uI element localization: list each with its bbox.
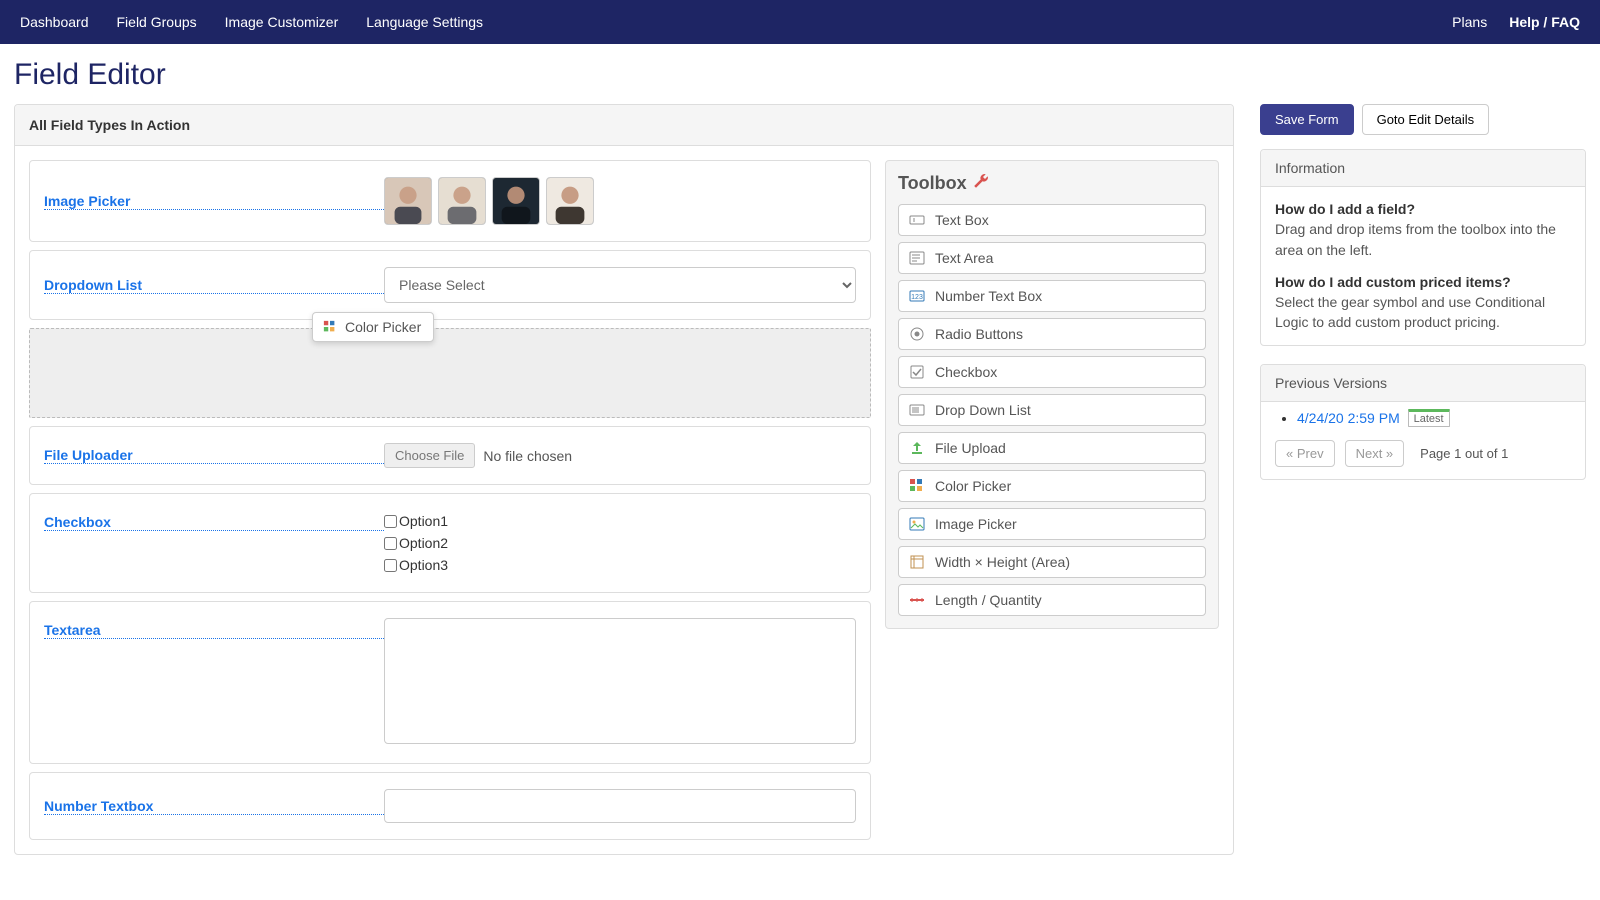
number-icon: 123 xyxy=(909,288,925,304)
versions-header: Previous Versions xyxy=(1261,365,1585,402)
tool-label: Image Picker xyxy=(935,516,1017,532)
wrench-icon xyxy=(973,173,989,194)
image-option-2[interactable] xyxy=(438,177,486,225)
upload-icon xyxy=(909,440,925,456)
checkbox-label-1: Option1 xyxy=(399,510,448,532)
page-indicator: Page 1 out of 1 xyxy=(1420,446,1508,461)
info-q1: How do I add a field? xyxy=(1275,201,1415,217)
tool-length-quantity[interactable]: Length / Quantity xyxy=(898,584,1206,616)
image-icon xyxy=(909,516,925,532)
field-row-image-picker[interactable]: Image Picker xyxy=(29,160,871,242)
tool-label: Number Text Box xyxy=(935,288,1042,304)
version-link[interactable]: 4/24/20 2:59 PM xyxy=(1297,410,1400,426)
checkbox-option-2[interactable]: Option2 xyxy=(384,532,856,554)
tool-file-upload[interactable]: File Upload xyxy=(898,432,1206,464)
nav-image-customizer[interactable]: Image Customizer xyxy=(225,14,339,30)
dropdown-select[interactable]: Please Select xyxy=(384,267,856,303)
information-card: Information How do I add a field? Drag a… xyxy=(1260,149,1586,346)
field-row-checkbox[interactable]: Checkbox Option1 Option2 Option3 xyxy=(29,493,871,593)
tool-label: Checkbox xyxy=(935,364,997,380)
tool-label: Color Picker xyxy=(935,478,1011,494)
goto-edit-details-button[interactable]: Goto Edit Details xyxy=(1362,104,1490,135)
field-label-image-picker[interactable]: Image Picker xyxy=(44,193,384,210)
file-status-text: No file chosen xyxy=(483,448,572,464)
textarea-input[interactable] xyxy=(384,618,856,744)
svg-text:123: 123 xyxy=(911,294,923,301)
area-icon xyxy=(909,554,925,570)
checkbox-label-2: Option2 xyxy=(399,532,448,554)
tool-checkbox[interactable]: Checkbox xyxy=(898,356,1206,388)
editor-panel-header: All Field Types In Action xyxy=(15,105,1233,146)
tool-text-area[interactable]: Text Area xyxy=(898,242,1206,274)
tool-label: File Upload xyxy=(935,440,1006,456)
checkbox-input-2[interactable] xyxy=(384,537,397,550)
field-label-file-uploader[interactable]: File Uploader xyxy=(44,447,384,464)
field-label-number[interactable]: Number Textbox xyxy=(44,798,384,815)
tool-label: Drop Down List xyxy=(935,402,1031,418)
info-q2: How do I add custom priced items? xyxy=(1275,274,1511,290)
color-picker-icon xyxy=(909,478,925,494)
textbox-icon xyxy=(909,212,925,228)
nav-plans[interactable]: Plans xyxy=(1452,14,1487,30)
image-option-4[interactable] xyxy=(546,177,594,225)
top-navbar: Dashboard Field Groups Image Customizer … xyxy=(0,0,1600,44)
dragging-toolbox-item[interactable]: Color Picker xyxy=(312,312,434,342)
nav-help-faq[interactable]: Help / FAQ xyxy=(1509,14,1580,30)
next-page-button[interactable]: Next » xyxy=(1345,440,1405,467)
field-row-textarea[interactable]: Textarea xyxy=(29,601,871,764)
active-dropzone[interactable] xyxy=(29,328,871,418)
tool-color-picker[interactable]: Color Picker xyxy=(898,470,1206,502)
fields-dropzone-column[interactable]: Image Picker xyxy=(29,160,871,840)
prev-page-button[interactable]: « Prev xyxy=(1275,440,1335,467)
information-header: Information xyxy=(1261,150,1585,187)
tool-number-text-box[interactable]: 123 Number Text Box xyxy=(898,280,1206,312)
info-a2: Select the gear symbol and use Condition… xyxy=(1275,294,1545,330)
field-label-checkbox[interactable]: Checkbox xyxy=(44,514,384,531)
tool-width-height[interactable]: Width × Height (Area) xyxy=(898,546,1206,578)
radio-icon xyxy=(909,326,925,342)
tool-label: Radio Buttons xyxy=(935,326,1023,342)
field-row-file-uploader[interactable]: File Uploader Choose File No file chosen xyxy=(29,426,871,485)
nav-language-settings[interactable]: Language Settings xyxy=(366,14,483,30)
tool-label: Width × Height (Area) xyxy=(935,554,1070,570)
checkbox-option-1[interactable]: Option1 xyxy=(384,510,856,532)
tool-label: Length / Quantity xyxy=(935,592,1042,608)
latest-badge: Latest xyxy=(1408,409,1450,427)
toolbox-title: Toolbox xyxy=(898,173,967,194)
checkbox-input-3[interactable] xyxy=(384,559,397,572)
number-input[interactable] xyxy=(384,789,856,823)
dropdown-icon xyxy=(909,402,925,418)
nav-dashboard[interactable]: Dashboard xyxy=(20,14,89,30)
versions-card: Previous Versions 4/24/20 2:59 PM Latest… xyxy=(1260,364,1586,480)
dragging-chip-label: Color Picker xyxy=(345,319,421,335)
field-label-textarea[interactable]: Textarea xyxy=(44,622,384,639)
version-entry: 4/24/20 2:59 PM Latest xyxy=(1297,410,1585,428)
nav-field-groups[interactable]: Field Groups xyxy=(117,14,197,30)
color-picker-icon xyxy=(323,320,337,334)
checkbox-input-1[interactable] xyxy=(384,515,397,528)
field-row-number[interactable]: Number Textbox xyxy=(29,772,871,840)
image-option-1[interactable] xyxy=(384,177,432,225)
tool-radio-buttons[interactable]: Radio Buttons xyxy=(898,318,1206,350)
tool-text-box[interactable]: Text Box xyxy=(898,204,1206,236)
tool-image-picker[interactable]: Image Picker xyxy=(898,508,1206,540)
checkbox-icon xyxy=(909,364,925,380)
info-a1: Drag and drop items from the toolbox int… xyxy=(1275,221,1556,257)
field-row-dropdown[interactable]: Dropdown List Please Select xyxy=(29,250,871,320)
toolbox-panel: Toolbox Text Box Tex xyxy=(885,160,1219,629)
tool-drop-down-list[interactable]: Drop Down List xyxy=(898,394,1206,426)
tool-label: Text Area xyxy=(935,250,993,266)
tool-label: Text Box xyxy=(935,212,989,228)
textarea-icon xyxy=(909,250,925,266)
page-title: Field Editor xyxy=(0,44,1600,104)
checkbox-label-3: Option3 xyxy=(399,554,448,576)
image-option-3[interactable] xyxy=(492,177,540,225)
save-form-button[interactable]: Save Form xyxy=(1260,104,1354,135)
editor-panel: All Field Types In Action Image Picker xyxy=(14,104,1234,855)
choose-file-button[interactable]: Choose File xyxy=(384,443,475,468)
field-label-dropdown[interactable]: Dropdown List xyxy=(44,277,384,294)
checkbox-option-3[interactable]: Option3 xyxy=(384,554,856,576)
ruler-icon xyxy=(909,592,925,608)
